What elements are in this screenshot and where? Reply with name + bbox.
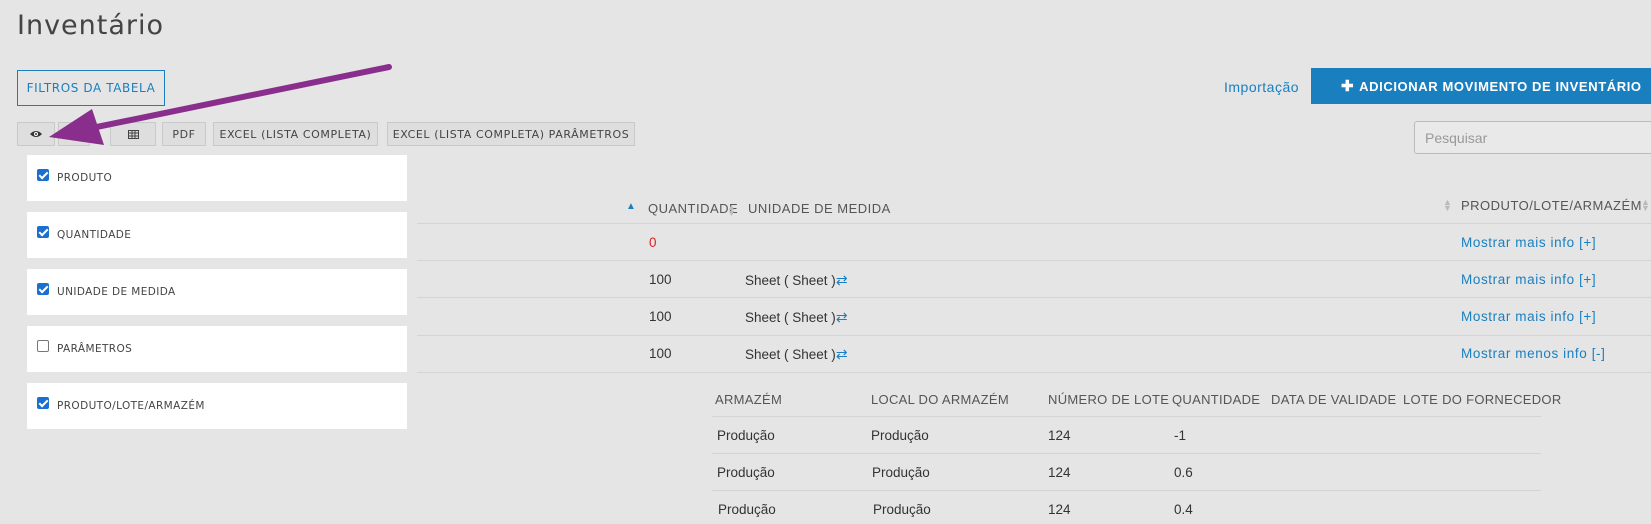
toolbar-button[interactable]	[58, 122, 90, 146]
row-divider	[417, 260, 1651, 261]
page-title: Inventário	[17, 10, 165, 41]
row-unit-label: Sheet ( Sheet )	[745, 310, 836, 325]
row-quantity: 100	[649, 272, 672, 287]
column-toggle-label: UNIDADE DE MEDIDA	[57, 286, 176, 298]
eye-icon	[30, 131, 42, 137]
subtable-warehouse: Produção	[717, 428, 775, 443]
subtable-quantity: 0.6	[1174, 465, 1193, 480]
plus-icon: ✚	[1341, 78, 1355, 95]
subtable-lot: 124	[1048, 502, 1071, 517]
subtable-header-quantity: QUANTIDADE	[1172, 392, 1261, 407]
row-unit-label: Sheet ( Sheet )	[745, 347, 836, 362]
subtable-divider	[712, 416, 1541, 417]
search-input[interactable]: Pesquisar	[1414, 121, 1651, 154]
column-visibility-button[interactable]	[17, 122, 55, 146]
show-less-info-link[interactable]: Mostrar menos info [-]	[1461, 346, 1606, 361]
show-more-info-link[interactable]: Mostrar mais info [+]	[1461, 309, 1596, 324]
table-icon	[127, 129, 139, 139]
column-toggle-product-lot-warehouse[interactable]: PRODUTO/LOTE/ARMAZÉM	[27, 383, 407, 429]
add-inventory-movement-label: ADICIONAR MOVIMENTO DE INVENTÁRIO	[1359, 78, 1642, 94]
column-header-quantity[interactable]: QUANTIDADE	[648, 201, 738, 216]
subtable-lot: 124	[1048, 428, 1071, 443]
subtable-divider	[712, 453, 1541, 454]
row-quantity: 0	[649, 235, 657, 250]
row-divider	[417, 335, 1651, 336]
subtable-header-location: LOCAL DO ARMAZÉM	[871, 392, 1009, 407]
table-view-button[interactable]	[110, 122, 156, 146]
sort-icon[interactable]: ▲ ▼	[1443, 198, 1452, 213]
column-toggle-label: PRODUTO/LOTE/ARMAZÉM	[57, 400, 205, 412]
sort-icon[interactable]: ▲ ▼	[1641, 198, 1650, 213]
subtable-location: Produção	[871, 428, 929, 443]
column-toggle-label: PRODUTO	[57, 172, 113, 184]
row-quantity: 100	[649, 346, 672, 361]
row-divider	[417, 223, 1651, 224]
add-inventory-movement-button[interactable]: ✚ ADICIONAR MOVIMENTO DE INVENTÁRIO	[1311, 68, 1651, 104]
subtable-header-supplier-lot: LOTE DO FORNECEDOR	[1403, 392, 1562, 407]
row-divider	[417, 372, 1651, 373]
sort-icon[interactable]: ▲ ▼	[727, 203, 736, 218]
row-unit: Sheet ( Sheet )⇄	[745, 309, 848, 326]
row-unit: Sheet ( Sheet )⇄	[745, 272, 848, 289]
subtable-location: Produção	[872, 465, 930, 480]
excel-export-button[interactable]: EXCEL (LISTA COMPLETA)	[213, 122, 378, 146]
column-toggle-unit[interactable]: UNIDADE DE MEDIDA	[27, 269, 407, 315]
column-toggle-parameters[interactable]: PARÂMETROS	[27, 326, 407, 372]
row-quantity: 100	[649, 309, 672, 324]
row-divider	[417, 297, 1651, 298]
excel-params-export-button[interactable]: EXCEL (LISTA COMPLETA) PARÂMETROS	[387, 122, 635, 146]
import-link[interactable]: Importação	[1224, 79, 1299, 95]
checkbox[interactable]	[37, 226, 49, 238]
subtable-quantity: 0.4	[1174, 502, 1193, 517]
column-visibility-panel: PRODUTO QUANTIDADE UNIDADE DE MEDIDA PAR…	[17, 147, 417, 430]
column-toggle-product[interactable]: PRODUTO	[27, 155, 407, 201]
row-unit-label: Sheet ( Sheet )	[745, 273, 836, 288]
column-header-unit[interactable]: UNIDADE DE MEDIDA	[748, 201, 891, 216]
swap-icon[interactable]: ⇄	[836, 346, 848, 362]
checkbox[interactable]	[37, 169, 49, 181]
sort-ascending-icon[interactable]: ▲	[626, 201, 636, 212]
table-filters-button[interactable]: FILTROS DA TABELA	[17, 70, 165, 106]
subtable-header-warehouse: ARMAZÉM	[715, 392, 783, 407]
subtable-header-expiry: DATA DE VALIDADE	[1271, 392, 1397, 407]
show-more-info-link[interactable]: Mostrar mais info [+]	[1461, 235, 1596, 250]
subtable-quantity: -1	[1174, 428, 1187, 443]
column-header-product-lot-warehouse[interactable]: PRODUTO/LOTE/ARMAZÉM	[1461, 198, 1642, 213]
subtable-warehouse: Produção	[718, 502, 776, 517]
subtable-divider	[712, 490, 1541, 491]
column-toggle-label: QUANTIDADE	[57, 229, 132, 241]
show-more-info-link[interactable]: Mostrar mais info [+]	[1461, 272, 1596, 287]
subtable-warehouse: Produção	[717, 465, 775, 480]
subtable-lot: 124	[1048, 465, 1071, 480]
pdf-export-button[interactable]: PDF	[162, 122, 206, 146]
row-unit: Sheet ( Sheet )⇄	[745, 346, 848, 363]
checkbox[interactable]	[37, 397, 49, 409]
column-toggle-label: PARÂMETROS	[57, 343, 133, 355]
subtable-location: Produção	[873, 502, 931, 517]
checkbox[interactable]	[37, 340, 49, 352]
checkbox[interactable]	[37, 283, 49, 295]
subtable-header-lot: NÚMERO DE LOTE	[1048, 392, 1170, 407]
column-toggle-quantity[interactable]: QUANTIDADE	[27, 212, 407, 258]
swap-icon[interactable]: ⇄	[836, 272, 848, 288]
swap-icon[interactable]: ⇄	[836, 309, 848, 325]
